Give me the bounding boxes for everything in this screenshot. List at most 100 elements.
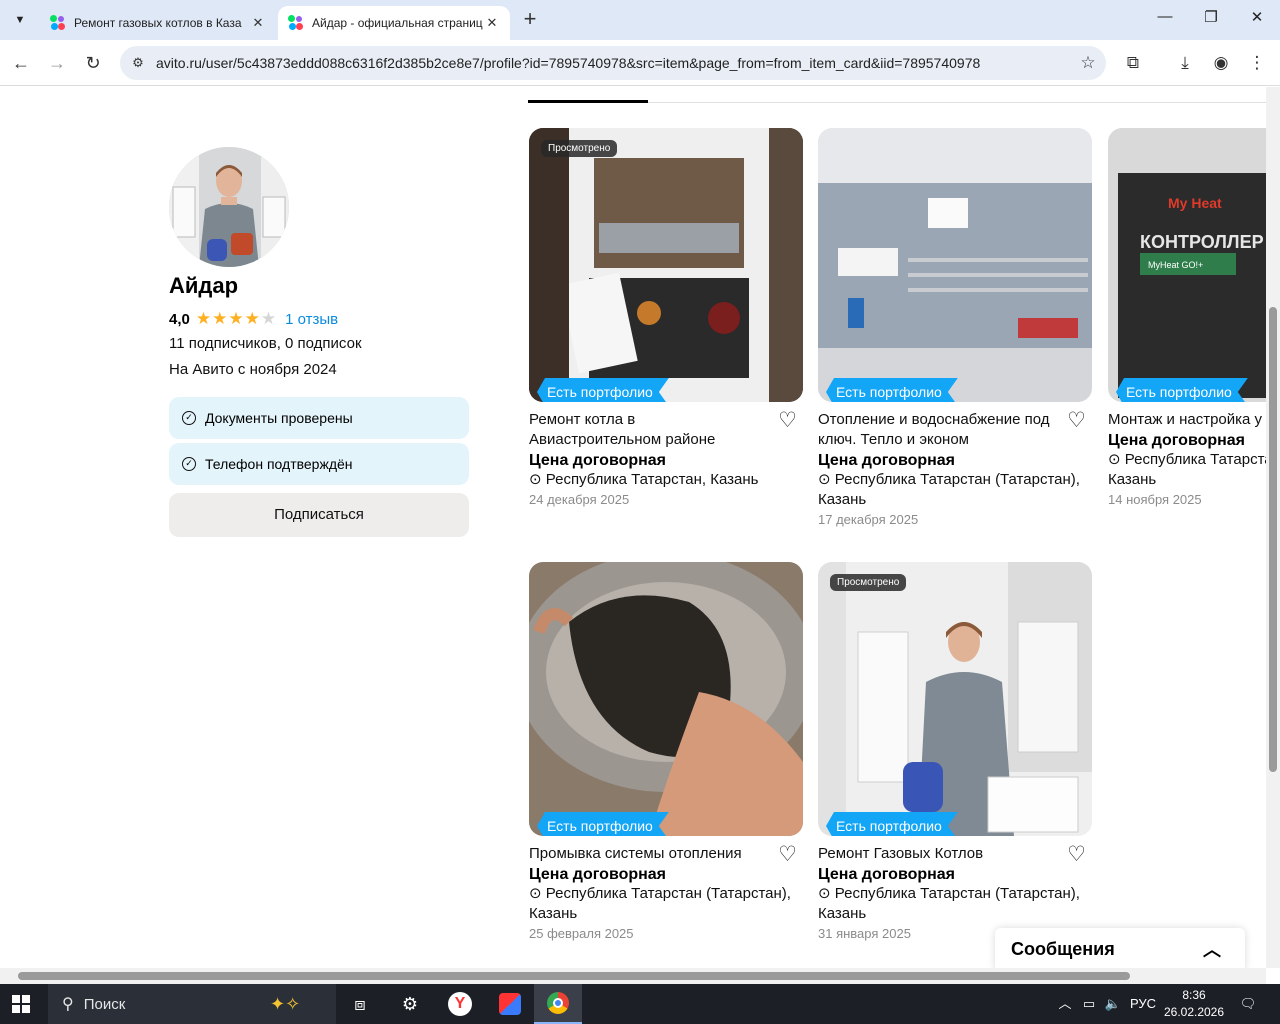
avatar[interactable] (169, 147, 289, 267)
site-settings-icon[interactable]: ⚙ (120, 55, 156, 71)
listing-image[interactable]: Есть портфолио (818, 128, 1092, 402)
listing-location: ⊙ Республика Татарстан (Татарстан), Каза… (529, 884, 803, 924)
portfolio-badge: Есть портфолио (1116, 378, 1248, 402)
portfolio-badge: Есть портфолио (537, 378, 669, 402)
scrollbar-thumb[interactable] (18, 972, 1130, 980)
close-icon[interactable]: ✕ (250, 15, 266, 31)
task-view-icon[interactable]: ⧈ (336, 984, 384, 1024)
scrollbar-thumb[interactable] (1269, 307, 1277, 772)
star-filled-icon: ★ (212, 309, 229, 328)
new-tab-icon[interactable]: + (518, 8, 542, 32)
heart-icon[interactable]: ♡ (778, 410, 797, 432)
phone-verified-badge: ✓ Телефон подтверждён (169, 443, 469, 485)
listing-image[interactable]: Просмотрено Есть портфолио (529, 128, 803, 402)
star-filled-icon: ★ (195, 309, 213, 328)
download-icon[interactable]: ⤓ (1172, 50, 1198, 76)
listing-location: ⊙ Республика Татарстан (Татарстан), Каза… (818, 470, 1092, 510)
windows-taskbar: ⚲ Поиск ✦✧ ⧈ ⚙ Y ︿ ▭ 🔈 РУС 8:36 26.02.20… (0, 984, 1280, 1024)
volume-icon[interactable]: 🔈 (1102, 984, 1124, 1024)
vertical-scrollbar[interactable] (1266, 87, 1280, 968)
network-icon[interactable]: ▭ (1078, 984, 1100, 1024)
app-launcher-icon[interactable] (486, 984, 534, 1024)
listing-price: Цена договорная (529, 452, 667, 469)
extensions-icon[interactable]: ⧉ (1120, 50, 1146, 76)
yandex-browser-icon[interactable]: Y (436, 984, 484, 1024)
listing-price: Цена договорная (1108, 432, 1246, 449)
windows-icon[interactable] (12, 995, 30, 1013)
restore-icon[interactable]: ❐ (1188, 8, 1234, 32)
browser-tab-active[interactable]: Айдар - официальная страниц ✕ (278, 6, 510, 40)
star-empty-icon: ★ (260, 309, 278, 328)
browser-tab[interactable]: Ремонт газовых котлов в Каза ✕ (40, 6, 276, 40)
forward-icon[interactable]: → (44, 50, 70, 76)
image-model-text: MyHeat GO!+ (1148, 260, 1203, 270)
listing-card[interactable]: My Heat КОНТРОЛЛЕР MyHeat GO!+ Есть порт… (1108, 128, 1266, 507)
clock[interactable]: 8:36 26.02.2026 (1162, 987, 1226, 1021)
listing-price: Цена договорная (818, 452, 956, 469)
tab-list-icon[interactable]: ▼ (8, 8, 32, 32)
minimize-icon[interactable]: — (1142, 8, 1188, 32)
documents-verified-badge: ✓ Документы проверены (169, 397, 469, 439)
seller-name: Айдар (169, 273, 239, 298)
heart-icon[interactable]: ♡ (1067, 844, 1086, 866)
location-pin-icon: ⊙ (529, 885, 542, 902)
listing-location: ⊙ Республика Татарстан (Татарстан), Каза… (818, 884, 1092, 924)
rating-score: 4,0 (169, 310, 190, 328)
chevron-up-tray-icon[interactable]: ︿ (1054, 984, 1076, 1024)
tab-title: Айдар - официальная страниц (312, 16, 483, 30)
portfolio-badge: Есть портфолио (537, 812, 669, 836)
menu-icon[interactable]: ⋮ (1244, 50, 1270, 76)
listing-card[interactable]: Есть портфолио ♡ Промывка системы отопле… (529, 562, 803, 941)
portfolio-badge: Есть портфолио (826, 378, 958, 402)
listing-price: Цена договорная (818, 866, 956, 883)
location-pin-icon: ⊙ (529, 471, 542, 488)
image-product-text: КОНТРОЛЛЕР (1140, 232, 1264, 252)
listing-title[interactable]: Отопление и водоснабжение под ключ. Тепл… (818, 410, 1092, 450)
chrome-icon[interactable] (534, 984, 582, 1024)
page-content: Айдар 4,0 ★★★★★ 1 отзыв 11 подписчиков, … (0, 87, 1266, 968)
listing-date: 14 ноября 2025 (1108, 492, 1202, 507)
url-text[interactable]: avito.ru/user/5c43873eddd088c6316f2d385b… (156, 55, 1070, 71)
horizontal-scrollbar[interactable] (0, 968, 1266, 984)
close-icon[interactable]: ✕ (484, 15, 500, 31)
heart-icon[interactable]: ♡ (1067, 410, 1086, 432)
location-text: Республика Татарстан (Татарстан), Казань (818, 471, 1080, 508)
window-close-icon[interactable]: ✕ (1234, 8, 1280, 32)
listing-image[interactable]: Просмотрено Есть портфолио (818, 562, 1092, 836)
taskbar-search[interactable]: ⚲ Поиск ✦✧ (48, 984, 336, 1024)
listing-image[interactable]: My Heat КОНТРОЛЛЕР MyHeat GO!+ Есть порт… (1108, 128, 1266, 402)
browser-tab-bar: ▼ Ремонт газовых котлов в Каза ✕ Айдар -… (0, 0, 1280, 40)
listing-date: 17 декабря 2025 (818, 512, 919, 527)
check-circle-icon: ✓ (182, 457, 196, 471)
tabs-divider (648, 102, 1266, 103)
star-filled-icon: ★ (228, 309, 245, 328)
reviews-link[interactable]: 1 отзыв (285, 311, 338, 328)
chevron-up-icon[interactable]: ︿ (1203, 936, 1221, 962)
listing-image[interactable]: Есть портфолио (529, 562, 803, 836)
star-icon[interactable]: ☆ (1070, 53, 1106, 73)
reload-icon[interactable]: ↻ (80, 50, 106, 76)
settings-icon[interactable]: ⚙ (386, 984, 434, 1024)
listing-title[interactable]: Ремонт Газовых Котлов (818, 844, 1092, 864)
address-bar[interactable]: ⚙ avito.ru/user/5c43873eddd088c6316f2d38… (120, 46, 1106, 80)
listing-card[interactable]: Есть портфолио ♡ Отопление и водоснабжен… (818, 128, 1092, 527)
messages-label: Сообщения (1011, 938, 1115, 959)
rating-row: 4,0 ★★★★★ 1 отзыв (169, 309, 338, 329)
listing-title[interactable]: Монтаж и настройка у отопления My Heat (1108, 410, 1266, 430)
search-icon: ⚲ (62, 996, 74, 1013)
listing-title[interactable]: Ремонт котла в Авиастроительном районе (529, 410, 803, 450)
search-placeholder: Поиск (83, 995, 126, 1013)
subscribe-button[interactable]: Подписаться (169, 493, 469, 537)
heart-icon[interactable]: ♡ (778, 844, 797, 866)
badge-label: Документы проверены (205, 410, 353, 426)
language-indicator[interactable]: РУС (1126, 984, 1160, 1024)
messages-panel[interactable]: Сообщения ︿ (995, 928, 1245, 970)
listing-location: ⊙ Республика Татарстан (Татарстан), Каза… (1108, 450, 1266, 490)
listing-title[interactable]: Промывка системы отопления (529, 844, 803, 864)
back-icon[interactable]: ← (8, 50, 34, 76)
profile-icon[interactable]: ◉ (1208, 50, 1234, 76)
location-text: Республика Татарстан (Татарстан), Казань (1108, 451, 1266, 488)
listing-card[interactable]: Просмотрено Есть портфолио ♡ Ремонт котл… (529, 128, 803, 507)
notifications-icon[interactable]: 🗨 (1236, 984, 1260, 1024)
listing-card[interactable]: Просмотрено Есть портфолио ♡ Ремонт Газо… (818, 562, 1092, 941)
